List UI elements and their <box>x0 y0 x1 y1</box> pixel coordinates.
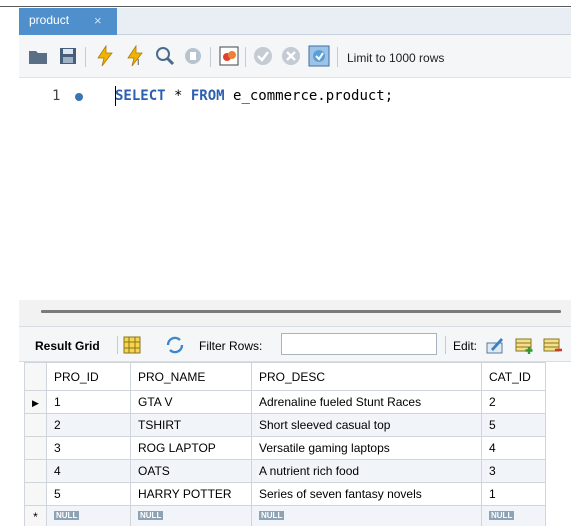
tab-bar: product × <box>19 8 571 35</box>
cell-pro-id[interactable]: 4 <box>46 459 131 483</box>
sql-toolbar: I Limit to 1000 rows <box>19 35 571 78</box>
rollback-icon[interactable] <box>280 45 302 67</box>
execute-current-icon[interactable]: I <box>124 45 146 67</box>
limit-rows-select[interactable]: Limit to 1000 rows <box>347 51 444 65</box>
cell-cat-id[interactable]: 2 <box>481 390 546 414</box>
filter-rows-input[interactable] <box>281 333 437 355</box>
toolbar-separator <box>117 336 118 354</box>
cell-pro-desc[interactable]: Series of seven fantasy novels <box>251 482 482 506</box>
cell-pro-name[interactable]: GTA V <box>130 390 252 414</box>
cell-cat-id[interactable]: 5 <box>481 413 546 437</box>
toolbar-separator <box>210 47 211 67</box>
keyword-select: SELECT <box>115 88 166 104</box>
result-toolbar: Result Grid Filter Rows: Edit: <box>19 326 571 362</box>
cell-pro-id[interactable]: 5 <box>46 482 131 506</box>
result-grid-label[interactable]: Result Grid <box>35 339 100 353</box>
toolbar-separator <box>445 336 446 354</box>
cell-pro-desc[interactable]: Adrenaline fueled Stunt Races <box>251 390 482 414</box>
line-number: 1 <box>52 88 61 104</box>
table-row[interactable]: 5 HARRY POTTER Series of seven fantasy n… <box>24 482 546 506</box>
explain-icon[interactable] <box>154 45 176 67</box>
window-top-edge <box>0 0 571 8</box>
result-grid: PRO_ID PRO_NAME PRO_DESC CAT_ID ▶ 1 GTA … <box>19 362 571 526</box>
result-table: PRO_ID PRO_NAME PRO_DESC CAT_ID ▶ 1 GTA … <box>24 362 546 526</box>
sql-code-line[interactable]: SELECT * FROM e_commerce.product; <box>115 88 393 104</box>
keyword-from: FROM <box>190 88 225 104</box>
null-badge: NULL <box>54 511 80 520</box>
cell-pro-id[interactable]: 1 <box>46 390 131 414</box>
row-marker <box>24 413 47 437</box>
column-header-pro-desc[interactable]: PRO_DESC <box>251 362 482 391</box>
cell-pro-desc[interactable]: Versatile gaming laptops <box>251 436 482 460</box>
filter-rows-label: Filter Rows: <box>199 339 263 353</box>
row-marker <box>24 459 47 483</box>
cell-pro-desc[interactable]: Short sleeved casual top <box>251 413 482 437</box>
svg-text:I: I <box>137 58 139 67</box>
splitter-handle[interactable] <box>41 310 561 313</box>
column-header-pro-id[interactable]: PRO_ID <box>46 362 131 391</box>
edit-label: Edit: <box>453 339 478 353</box>
table-row[interactable]: 4 OATS A nutrient rich food 3 <box>24 459 546 483</box>
toolbar-separator <box>245 47 246 67</box>
text-cursor <box>115 86 116 106</box>
toolbar-separator <box>337 47 338 67</box>
open-folder-icon[interactable] <box>27 45 49 67</box>
tab-product[interactable]: product × <box>19 8 117 35</box>
cell-pro-id[interactable]: 3 <box>46 436 131 460</box>
column-header-cat-id[interactable]: CAT_ID <box>481 362 546 391</box>
edit-row-icon[interactable] <box>485 335 505 355</box>
cell-pro-desc[interactable]: A nutrient rich food <box>251 459 482 483</box>
null-badge: NULL <box>489 511 515 520</box>
commit-icon[interactable] <box>252 45 274 67</box>
cell-pro-name[interactable]: NULL <box>130 505 252 526</box>
cell-pro-name[interactable]: OATS <box>130 459 252 483</box>
cell-pro-id[interactable]: NULL <box>46 505 131 526</box>
header-row: PRO_ID PRO_NAME PRO_DESC CAT_ID <box>24 362 546 391</box>
cell-cat-id[interactable]: NULL <box>481 505 546 526</box>
add-row-icon[interactable] <box>515 335 535 355</box>
new-row-icon: * <box>24 505 47 526</box>
refresh-icon[interactable] <box>165 336 185 354</box>
cell-cat-id[interactable]: 1 <box>481 482 546 506</box>
table-row[interactable]: 3 ROG LAPTOP Versatile gaming laptops 4 <box>24 436 546 460</box>
sql-editor[interactable]: 1 SELECT * FROM e_commerce.product; <box>19 78 571 300</box>
grid-view-icon[interactable] <box>123 336 141 354</box>
stop-icon[interactable] <box>182 45 204 67</box>
tab-label: product <box>29 13 70 27</box>
table-name: e_commerce.product; <box>224 88 394 104</box>
toggle-error-icon[interactable] <box>218 45 240 67</box>
current-row-icon: ▶ <box>24 390 47 414</box>
cell-cat-id[interactable]: 3 <box>481 459 546 483</box>
execute-icon[interactable] <box>94 45 116 67</box>
cell-pro-name[interactable]: HARRY POTTER <box>130 482 252 506</box>
row-marker-header <box>24 362 47 391</box>
statement-marker-icon <box>75 93 83 101</box>
cell-pro-desc[interactable]: NULL <box>251 505 482 526</box>
null-badge: NULL <box>259 511 285 520</box>
close-icon[interactable]: × <box>94 13 102 28</box>
column-header-pro-name[interactable]: PRO_NAME <box>130 362 252 391</box>
table-row[interactable]: 2 TSHIRT Short sleeved casual top 5 <box>24 413 546 437</box>
delete-row-icon[interactable] <box>543 335 563 355</box>
table-row[interactable]: ▶ 1 GTA V Adrenaline fueled Stunt Races … <box>24 390 546 414</box>
row-marker <box>24 436 47 460</box>
row-marker <box>24 482 47 506</box>
autocommit-icon[interactable] <box>308 45 330 67</box>
save-icon[interactable] <box>57 45 79 67</box>
divider <box>0 6 571 7</box>
new-row[interactable]: * NULL NULL NULL NULL <box>24 505 546 526</box>
cell-pro-name[interactable]: ROG LAPTOP <box>130 436 252 460</box>
cell-cat-id[interactable]: 4 <box>481 436 546 460</box>
toolbar-separator <box>85 47 86 67</box>
null-badge: NULL <box>138 511 164 520</box>
select-star: * <box>165 88 191 104</box>
cell-pro-id[interactable]: 2 <box>46 413 131 437</box>
cell-pro-name[interactable]: TSHIRT <box>130 413 252 437</box>
panel-splitter[interactable] <box>19 300 571 326</box>
